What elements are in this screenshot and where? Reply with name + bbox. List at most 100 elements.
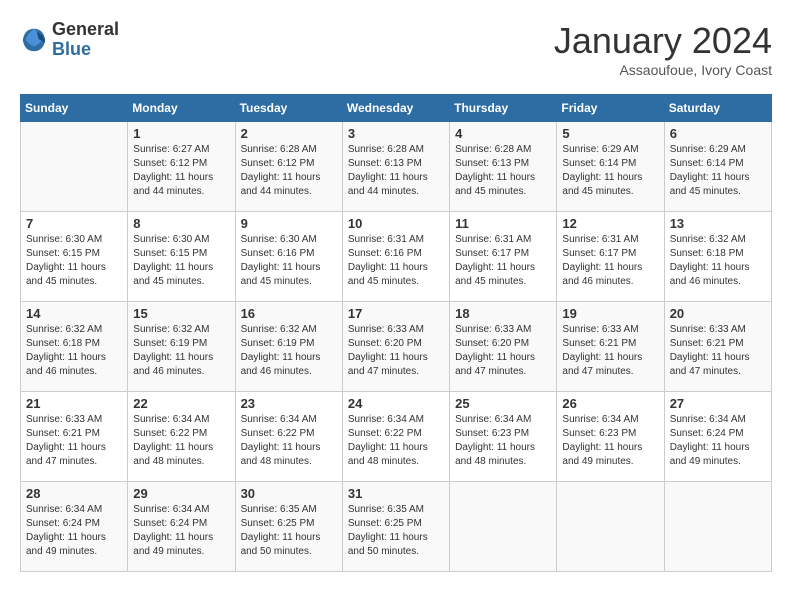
- calendar-cell: 15 Sunrise: 6:32 AM Sunset: 6:19 PM Dayli…: [128, 302, 235, 392]
- day-info: Sunrise: 6:31 AM Sunset: 6:17 PM Dayligh…: [562, 233, 658, 289]
- calendar-cell: 10 Sunrise: 6:31 AM Sunset: 6:16 PM Dayli…: [342, 212, 449, 302]
- page-header: General Blue January 2024 Assaoufoue, Iv…: [20, 20, 772, 78]
- day-info: Sunrise: 6:30 AM Sunset: 6:15 PM Dayligh…: [26, 233, 122, 289]
- col-header-thursday: Thursday: [450, 95, 557, 122]
- calendar-cell: 23 Sunrise: 6:34 AM Sunset: 6:22 PM Dayli…: [235, 392, 342, 482]
- day-info: Sunrise: 6:34 AM Sunset: 6:23 PM Dayligh…: [562, 413, 658, 469]
- calendar-cell: 2Sunrise: 6:28 AM Sunset: 6:12 PM Daylig…: [235, 122, 342, 212]
- calendar-cell: 5 Sunrise: 6:29 AM Sunset: 6:14 PM Daylig…: [557, 122, 664, 212]
- day-info: Sunrise: 6:34 AM Sunset: 6:23 PM Dayligh…: [455, 413, 551, 469]
- day-number: 4: [455, 126, 551, 141]
- calendar-cell: 1 Sunrise: 6:27 AM Sunset: 6:12 PM Daylig…: [128, 122, 235, 212]
- day-info: Sunrise: 6:31 AM Sunset: 6:16 PM Dayligh…: [348, 233, 444, 289]
- day-number: 22: [133, 396, 229, 411]
- calendar-cell: 19Sunrise: 6:33 AM Sunset: 6:21 PM Dayli…: [557, 302, 664, 392]
- calendar-table: SundayMondayTuesdayWednesdayThursdayFrid…: [20, 94, 772, 572]
- col-header-tuesday: Tuesday: [235, 95, 342, 122]
- calendar-cell: 6 Sunrise: 6:29 AM Sunset: 6:14 PM Daylig…: [664, 122, 771, 212]
- col-header-monday: Monday: [128, 95, 235, 122]
- day-info: Sunrise: 6:28 AM Sunset: 6:13 PM Dayligh…: [348, 143, 444, 199]
- day-info: Sunrise: 6:30 AM Sunset: 6:15 PM Dayligh…: [133, 233, 229, 289]
- day-number: 10: [348, 216, 444, 231]
- day-info: Sunrise: 6:34 AM Sunset: 6:24 PM Dayligh…: [670, 413, 766, 469]
- logo-icon: [20, 26, 48, 54]
- calendar-cell: 11Sunrise: 6:31 AM Sunset: 6:17 PM Dayli…: [450, 212, 557, 302]
- logo-text: General Blue: [52, 20, 119, 60]
- week-row-3: 14 Sunrise: 6:32 AM Sunset: 6:18 PM Dayli…: [21, 302, 772, 392]
- day-info: Sunrise: 6:28 AM Sunset: 6:13 PM Dayligh…: [455, 143, 551, 199]
- day-number: 17: [348, 306, 444, 321]
- calendar-cell: 8 Sunrise: 6:30 AM Sunset: 6:15 PM Daylig…: [128, 212, 235, 302]
- day-number: 26: [562, 396, 658, 411]
- day-number: 15: [133, 306, 229, 321]
- day-number: 20: [670, 306, 766, 321]
- day-number: 1: [133, 126, 229, 141]
- title-block: January 2024 Assaoufoue, Ivory Coast: [554, 20, 772, 78]
- col-header-wednesday: Wednesday: [342, 95, 449, 122]
- day-info: Sunrise: 6:35 AM Sunset: 6:25 PM Dayligh…: [348, 503, 444, 559]
- col-header-friday: Friday: [557, 95, 664, 122]
- day-number: 6: [670, 126, 766, 141]
- calendar-cell: 16Sunrise: 6:32 AM Sunset: 6:19 PM Dayli…: [235, 302, 342, 392]
- day-number: 30: [241, 486, 337, 501]
- calendar-cell: [557, 482, 664, 572]
- day-number: 5: [562, 126, 658, 141]
- calendar-cell: [450, 482, 557, 572]
- day-info: Sunrise: 6:32 AM Sunset: 6:18 PM Dayligh…: [670, 233, 766, 289]
- day-number: 18: [455, 306, 551, 321]
- calendar-cell: 18Sunrise: 6:33 AM Sunset: 6:20 PM Dayli…: [450, 302, 557, 392]
- calendar-cell: 21Sunrise: 6:33 AM Sunset: 6:21 PM Dayli…: [21, 392, 128, 482]
- calendar-cell: 28Sunrise: 6:34 AM Sunset: 6:24 PM Dayli…: [21, 482, 128, 572]
- calendar-cell: 29 Sunrise: 6:34 AM Sunset: 6:24 PM Dayli…: [128, 482, 235, 572]
- header-row: SundayMondayTuesdayWednesdayThursdayFrid…: [21, 95, 772, 122]
- col-header-sunday: Sunday: [21, 95, 128, 122]
- col-header-saturday: Saturday: [664, 95, 771, 122]
- calendar-cell: 25Sunrise: 6:34 AM Sunset: 6:23 PM Dayli…: [450, 392, 557, 482]
- calendar-cell: 9Sunrise: 6:30 AM Sunset: 6:16 PM Daylig…: [235, 212, 342, 302]
- week-row-5: 28Sunrise: 6:34 AM Sunset: 6:24 PM Dayli…: [21, 482, 772, 572]
- day-number: 13: [670, 216, 766, 231]
- day-info: Sunrise: 6:30 AM Sunset: 6:16 PM Dayligh…: [241, 233, 337, 289]
- day-number: 27: [670, 396, 766, 411]
- day-info: Sunrise: 6:29 AM Sunset: 6:14 PM Dayligh…: [562, 143, 658, 199]
- day-number: 7: [26, 216, 122, 231]
- calendar-cell: 26 Sunrise: 6:34 AM Sunset: 6:23 PM Dayli…: [557, 392, 664, 482]
- day-info: Sunrise: 6:34 AM Sunset: 6:22 PM Dayligh…: [133, 413, 229, 469]
- calendar-cell: 31 Sunrise: 6:35 AM Sunset: 6:25 PM Dayli…: [342, 482, 449, 572]
- day-info: Sunrise: 6:33 AM Sunset: 6:20 PM Dayligh…: [348, 323, 444, 379]
- day-info: Sunrise: 6:33 AM Sunset: 6:21 PM Dayligh…: [670, 323, 766, 379]
- calendar-cell: [664, 482, 771, 572]
- day-number: 11: [455, 216, 551, 231]
- day-info: Sunrise: 6:32 AM Sunset: 6:19 PM Dayligh…: [241, 323, 337, 379]
- day-info: Sunrise: 6:34 AM Sunset: 6:24 PM Dayligh…: [133, 503, 229, 559]
- day-info: Sunrise: 6:33 AM Sunset: 6:21 PM Dayligh…: [562, 323, 658, 379]
- day-number: 23: [241, 396, 337, 411]
- month-title: January 2024: [554, 20, 772, 62]
- day-number: 12: [562, 216, 658, 231]
- day-number: 29: [133, 486, 229, 501]
- day-info: Sunrise: 6:29 AM Sunset: 6:14 PM Dayligh…: [670, 143, 766, 199]
- day-info: Sunrise: 6:32 AM Sunset: 6:19 PM Dayligh…: [133, 323, 229, 379]
- logo-general: General: [52, 20, 119, 40]
- calendar-cell: 7 Sunrise: 6:30 AM Sunset: 6:15 PM Daylig…: [21, 212, 128, 302]
- calendar-cell: 24Sunrise: 6:34 AM Sunset: 6:22 PM Dayli…: [342, 392, 449, 482]
- location-subtitle: Assaoufoue, Ivory Coast: [554, 62, 772, 78]
- day-info: Sunrise: 6:27 AM Sunset: 6:12 PM Dayligh…: [133, 143, 229, 199]
- calendar-cell: 22 Sunrise: 6:34 AM Sunset: 6:22 PM Dayli…: [128, 392, 235, 482]
- day-info: Sunrise: 6:34 AM Sunset: 6:22 PM Dayligh…: [241, 413, 337, 469]
- day-number: 14: [26, 306, 122, 321]
- calendar-cell: 20 Sunrise: 6:33 AM Sunset: 6:21 PM Dayli…: [664, 302, 771, 392]
- calendar-cell: 12 Sunrise: 6:31 AM Sunset: 6:17 PM Dayli…: [557, 212, 664, 302]
- day-number: 8: [133, 216, 229, 231]
- day-info: Sunrise: 6:32 AM Sunset: 6:18 PM Dayligh…: [26, 323, 122, 379]
- calendar-cell: 17 Sunrise: 6:33 AM Sunset: 6:20 PM Dayli…: [342, 302, 449, 392]
- day-info: Sunrise: 6:34 AM Sunset: 6:22 PM Dayligh…: [348, 413, 444, 469]
- day-number: 31: [348, 486, 444, 501]
- day-info: Sunrise: 6:28 AM Sunset: 6:12 PM Dayligh…: [241, 143, 337, 199]
- day-info: Sunrise: 6:33 AM Sunset: 6:21 PM Dayligh…: [26, 413, 122, 469]
- day-number: 3: [348, 126, 444, 141]
- calendar-cell: 13 Sunrise: 6:32 AM Sunset: 6:18 PM Dayli…: [664, 212, 771, 302]
- calendar-cell: 4 Sunrise: 6:28 AM Sunset: 6:13 PM Daylig…: [450, 122, 557, 212]
- calendar-cell: 3 Sunrise: 6:28 AM Sunset: 6:13 PM Daylig…: [342, 122, 449, 212]
- week-row-1: 1 Sunrise: 6:27 AM Sunset: 6:12 PM Daylig…: [21, 122, 772, 212]
